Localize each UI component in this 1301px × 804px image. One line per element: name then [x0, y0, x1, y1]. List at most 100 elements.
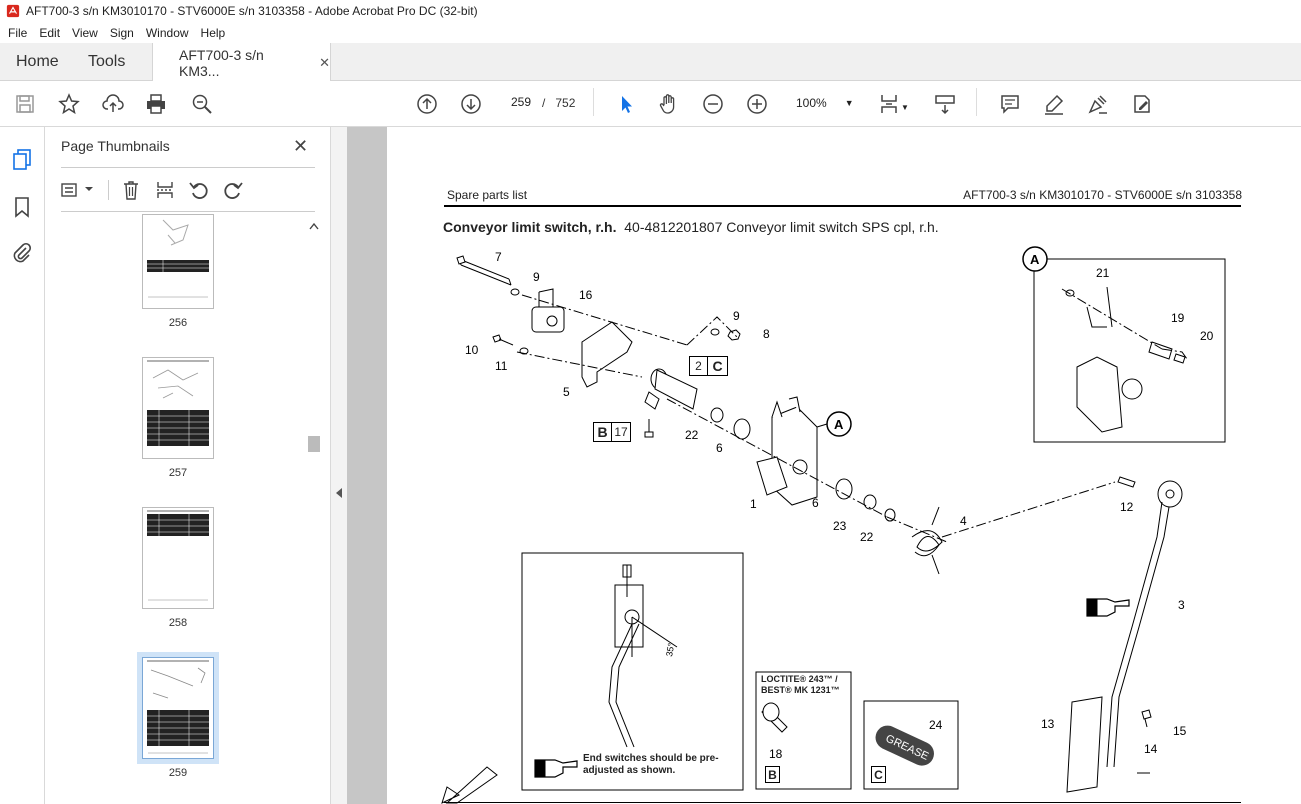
scrollbar-thumb[interactable]: [308, 436, 320, 452]
minus-circle-icon: [703, 94, 723, 114]
fountain-pen-icon: [1088, 95, 1107, 114]
zoom-out-button[interactable]: [701, 92, 725, 116]
hand-tool-button[interactable]: [657, 92, 681, 116]
zoom-value: 100%: [796, 96, 827, 110]
page-thumbnail-selected[interactable]: [137, 652, 219, 764]
arrow-down-circle-icon: [461, 94, 481, 114]
thumbnail-preview: [147, 219, 209, 298]
ref-box-number: 2: [690, 357, 708, 375]
ref-box-letter: C: [712, 358, 723, 374]
scroll-mode-button[interactable]: [933, 92, 957, 116]
cloud-upload-icon: [102, 94, 124, 112]
left-rail: [0, 127, 45, 804]
arrow-up-circle-icon: [417, 94, 437, 114]
callout: 14: [1144, 742, 1158, 756]
callout: 19: [1171, 311, 1185, 325]
close-panel-icon[interactable]: ✕: [293, 136, 308, 157]
print-button[interactable]: [144, 92, 168, 116]
callout: 20: [1200, 329, 1214, 343]
ref-box-letter: B: [594, 423, 612, 441]
ref-box-2c: 2 C: [689, 356, 728, 376]
adjustment-note: End switches should be pre- adjusted as …: [583, 753, 719, 776]
page-display-dropdown[interactable]: ▼: [900, 95, 910, 119]
hand-icon: [659, 94, 675, 114]
select-tool-button[interactable]: [614, 92, 638, 116]
find-button[interactable]: [190, 92, 214, 116]
zoom-dropdown[interactable]: 100% ▼: [785, 92, 855, 114]
scroll-up-icon[interactable]: [309, 222, 319, 230]
menu-view[interactable]: View: [66, 26, 104, 40]
star-icon: [58, 93, 80, 115]
ref-box-b17: B 17: [593, 422, 631, 442]
next-page-button[interactable]: [459, 92, 483, 116]
zoom-in-button[interactable]: [745, 92, 769, 116]
bookmark-star-button[interactable]: [57, 92, 81, 116]
page-separator: /: [542, 96, 546, 110]
menu-bar: File Edit View Sign Window Help: [0, 22, 1301, 43]
page-total: / 752: [542, 96, 575, 110]
page-thumbnail[interactable]: [142, 214, 214, 309]
footer-rule: [444, 802, 1241, 803]
edit-pdf-button[interactable]: [1130, 92, 1154, 116]
callout: 9: [533, 270, 540, 284]
collapse-panel-icon[interactable]: [334, 487, 344, 499]
rotate-counterclockwise-icon[interactable]: [188, 179, 210, 201]
page-thumbnail[interactable]: [142, 507, 214, 609]
thumbnail-preview: [147, 510, 209, 601]
page-thumbnails-icon[interactable]: [11, 148, 33, 170]
menu-sign[interactable]: Sign: [104, 26, 140, 40]
tab-bar: Home Tools AFT700-3 s/n KM3... ✕: [0, 43, 1301, 82]
tab-home[interactable]: Home: [16, 43, 59, 81]
fit-page-icon: [881, 95, 897, 113]
panel-title: Page Thumbnails: [61, 138, 170, 154]
keyboard-down-icon: [935, 95, 955, 115]
split-page-icon[interactable]: [154, 179, 176, 201]
menu-help[interactable]: Help: [195, 26, 232, 40]
thumbnail-label: 257: [168, 467, 188, 479]
callout: 15: [1173, 724, 1187, 738]
thumbnail-label: 258: [168, 617, 188, 629]
menu-edit[interactable]: Edit: [33, 26, 66, 40]
title-bar: AFT700-3 s/n KM3010170 - STV6000E s/n 31…: [0, 0, 1301, 22]
chevron-down-icon: ▼: [901, 102, 909, 112]
edit-document-icon: [1134, 95, 1150, 113]
tab-tools-label: Tools: [88, 53, 126, 70]
chevron-down-icon[interactable]: [84, 184, 94, 194]
detail-a-ref-callout: A: [834, 417, 844, 432]
sign-button[interactable]: [1086, 92, 1110, 116]
thumbnail-options-icon[interactable]: [60, 179, 82, 201]
paperclip-icon[interactable]: [11, 242, 33, 264]
bookmark-icon[interactable]: [11, 196, 33, 218]
panel-tool-separator: [108, 180, 109, 200]
previous-page-button[interactable]: [415, 92, 439, 116]
rotate-clockwise-icon[interactable]: [222, 179, 244, 201]
exploded-parts-drawing: GREASE A A 35°: [441, 246, 1226, 804]
save-button[interactable]: [13, 92, 37, 116]
panel-splitter[interactable]: [331, 127, 347, 804]
callout: 4: [960, 514, 967, 528]
page-thumbnail[interactable]: [142, 357, 214, 459]
thumbnail-preview: [147, 660, 209, 754]
printer-icon: [147, 94, 165, 114]
callout: 22: [860, 530, 874, 544]
callout: 5: [563, 385, 570, 399]
zoom-search-icon: [192, 94, 212, 114]
upload-button[interactable]: [101, 92, 125, 116]
toolbar-separator: [976, 88, 977, 116]
highlight-button[interactable]: [1042, 92, 1066, 116]
page-number-input[interactable]: [505, 91, 537, 113]
close-tab-icon[interactable]: ✕: [319, 55, 330, 71]
callout: 22: [685, 428, 699, 442]
callout: 7: [495, 250, 502, 264]
trash-icon[interactable]: [120, 179, 142, 201]
comment-button[interactable]: [998, 92, 1022, 116]
thumbnail-scrollbar[interactable]: [307, 218, 321, 804]
callout: 1: [750, 497, 757, 511]
callout: 13: [1041, 717, 1055, 731]
menu-file[interactable]: File: [2, 26, 33, 40]
grease-box-letter: C: [871, 766, 886, 783]
page-display-button[interactable]: [877, 92, 901, 116]
tab-tools[interactable]: Tools: [88, 43, 125, 81]
tab-document[interactable]: AFT700-3 s/n KM3... ✕: [152, 43, 331, 82]
menu-window[interactable]: Window: [140, 26, 195, 40]
